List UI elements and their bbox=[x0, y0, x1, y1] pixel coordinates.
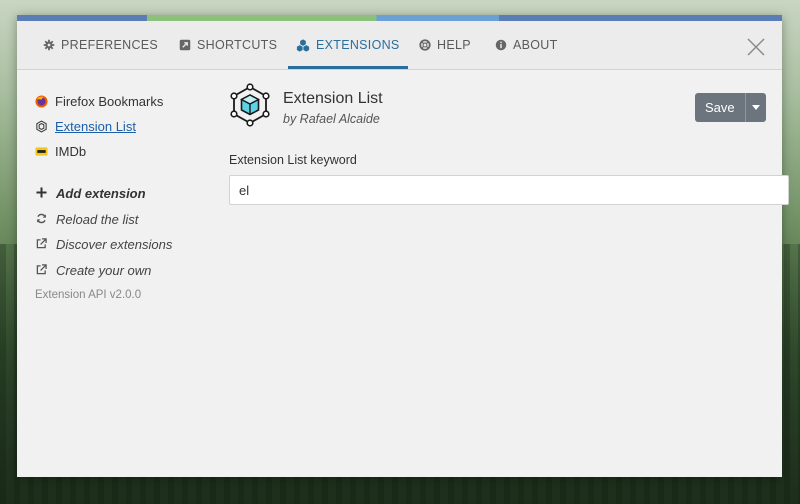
keyword-label: Extension List keyword bbox=[229, 153, 357, 167]
tab-bar: PREFERENCES SHORTCUTS EXTENSIONS HELP AB… bbox=[17, 21, 782, 70]
sidebar-item-extension-list[interactable]: Extension List bbox=[35, 114, 225, 139]
tab-label: SHORTCUTS bbox=[197, 38, 278, 52]
cube-network-icon bbox=[230, 83, 270, 127]
sidebar-item-imdb[interactable]: IMDb bbox=[35, 139, 225, 164]
caret-down-icon bbox=[751, 105, 760, 110]
firefox-icon bbox=[35, 95, 48, 108]
sidebar-item-label: Extension List bbox=[55, 119, 136, 134]
action-label: Reload the list bbox=[56, 211, 139, 227]
tab-label: ABOUT bbox=[513, 38, 558, 52]
gear-icon bbox=[43, 39, 55, 51]
info-icon bbox=[495, 39, 507, 51]
save-button-group: Save bbox=[695, 93, 766, 122]
action-label: Add extension bbox=[56, 186, 146, 202]
extensions-sidebar: Firefox Bookmarks Extension List IMDb Ad… bbox=[35, 89, 225, 301]
add-extension-button[interactable]: Add extension bbox=[35, 181, 225, 207]
create-your-own-link[interactable]: Create your own bbox=[35, 258, 225, 284]
keyword-input[interactable] bbox=[229, 175, 789, 205]
imdb-icon bbox=[35, 145, 48, 158]
sidebar-item-label: Firefox Bookmarks bbox=[55, 94, 164, 109]
tab-label: PREFERENCES bbox=[61, 38, 159, 52]
action-label: Create your own bbox=[56, 262, 152, 278]
extension-list-icon bbox=[35, 120, 48, 133]
tab-label: HELP bbox=[437, 38, 471, 52]
sidebar-actions: Add extension Reload the list Discover e… bbox=[35, 181, 225, 283]
api-version: Extension API v2.0.0 bbox=[35, 289, 142, 301]
external-link-icon bbox=[35, 263, 48, 278]
sidebar-item-firefox-bookmarks[interactable]: Firefox Bookmarks bbox=[35, 89, 225, 114]
save-button[interactable]: Save bbox=[695, 93, 745, 122]
tab-shortcuts[interactable]: SHORTCUTS bbox=[171, 21, 285, 69]
tab-label: EXTENSIONS bbox=[316, 38, 400, 52]
reload-icon bbox=[35, 212, 48, 227]
shortcut-icon bbox=[179, 39, 191, 51]
extensions-icon bbox=[296, 38, 310, 52]
reload-list-button[interactable]: Reload the list bbox=[35, 207, 225, 233]
tab-help[interactable]: HELP bbox=[411, 21, 479, 69]
action-label: Discover extensions bbox=[56, 237, 173, 253]
tab-extensions[interactable]: EXTENSIONS bbox=[288, 21, 408, 69]
discover-extensions-link[interactable]: Discover extensions bbox=[35, 232, 225, 258]
plus-icon bbox=[35, 186, 48, 201]
close-icon[interactable] bbox=[746, 37, 766, 57]
sidebar-item-label: IMDb bbox=[55, 144, 87, 159]
tab-preferences[interactable]: PREFERENCES bbox=[35, 21, 166, 69]
preferences-window: PREFERENCES SHORTCUTS EXTENSIONS HELP AB… bbox=[17, 15, 789, 477]
save-options-toggle[interactable] bbox=[744, 93, 766, 122]
extension-author: by Rafael Alcaide bbox=[283, 112, 380, 126]
lifebuoy-icon bbox=[419, 39, 431, 51]
extension-title: Extension List bbox=[283, 90, 383, 107]
tab-about[interactable]: ABOUT bbox=[487, 21, 566, 69]
external-link-icon bbox=[35, 237, 48, 252]
